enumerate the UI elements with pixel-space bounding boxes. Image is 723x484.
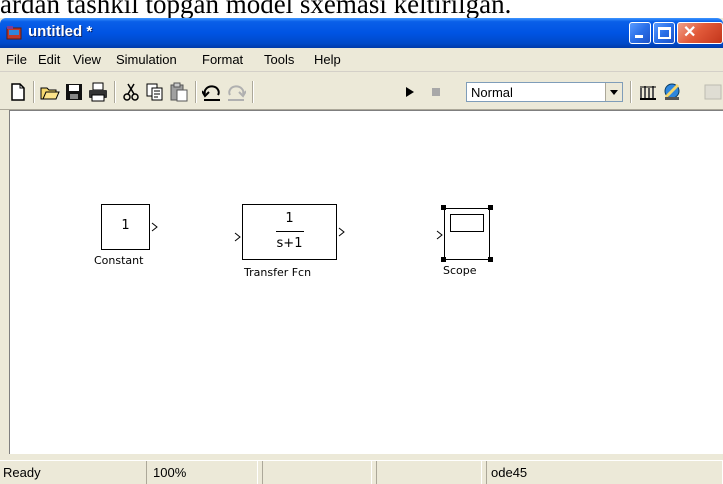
toolbar-separator — [252, 81, 254, 103]
solver-cell: ode45 — [486, 461, 723, 484]
document-text-strip: ardan tashkil topgan model sxemasi kelti… — [0, 0, 723, 20]
solver-name: ode45 — [491, 465, 528, 480]
play-icon[interactable] — [400, 82, 420, 102]
output-port-icon[interactable] — [338, 227, 346, 237]
new-icon[interactable] — [8, 82, 28, 102]
simulink-app-icon — [6, 26, 22, 40]
toolbar-separator — [195, 81, 197, 103]
menu-bar: File Edit View Simulation Format Tools H… — [0, 48, 723, 72]
input-port-icon[interactable] — [436, 230, 444, 240]
scope-block-label: Scope — [443, 264, 477, 277]
chevron-down-icon — [610, 90, 618, 95]
status-text: Ready — [3, 465, 41, 480]
constant-value: 1 — [121, 218, 130, 233]
scope-screen-icon — [450, 214, 484, 232]
minimize-icon — [635, 35, 643, 38]
selection-handle[interactable] — [488, 205, 493, 210]
menu-view[interactable]: View — [73, 52, 101, 67]
transfer-fcn-block[interactable]: 1 s+1 — [242, 204, 337, 260]
zoom-cell: 100% — [146, 461, 258, 484]
input-port-icon[interactable] — [234, 232, 242, 242]
paste-icon[interactable] — [169, 82, 189, 102]
status-bar: Ready 100% ode45 — [0, 460, 723, 484]
close-icon: ✕ — [683, 24, 697, 41]
menu-help[interactable]: Help — [314, 52, 341, 67]
output-port-icon[interactable] — [151, 222, 159, 232]
status-cell-empty — [376, 461, 482, 484]
toolbar: Normal — [0, 72, 723, 110]
maximize-button[interactable] — [653, 22, 675, 44]
fraction-bar — [276, 231, 304, 232]
open-icon[interactable] — [40, 82, 60, 102]
maximize-icon — [658, 27, 671, 39]
selection-handle[interactable] — [488, 257, 493, 262]
debugger-icon[interactable] — [703, 82, 723, 102]
library-browser-icon[interactable] — [638, 82, 658, 102]
selection-handle[interactable] — [441, 205, 446, 210]
cut-icon[interactable] — [121, 82, 141, 102]
minimize-button[interactable] — [629, 22, 651, 44]
close-button[interactable]: ✕ — [677, 22, 723, 44]
transfer-fcn-block-label: Transfer Fcn — [244, 266, 312, 279]
redo-icon[interactable] — [226, 82, 246, 102]
transfer-fcn-denominator: s+1 — [276, 236, 303, 251]
selection-handle[interactable] — [441, 257, 446, 262]
model-canvas[interactable]: 1 Constant 1 s+1 Transfer Fcn Scope — [9, 110, 723, 454]
dropdown-button[interactable] — [605, 83, 622, 101]
simulink-model-window: untitled * ✕ File Edit View Simulation F… — [0, 18, 723, 484]
document-text: ardan tashkil topgan model sxemasi kelti… — [0, 0, 512, 19]
menu-simulation[interactable]: Simulation — [116, 52, 177, 67]
toolbar-separator — [114, 81, 116, 103]
menu-file[interactable]: File — [6, 52, 27, 67]
stop-icon[interactable] — [426, 82, 446, 102]
menu-tools[interactable]: Tools — [264, 52, 294, 67]
constant-block-label: Constant — [94, 254, 144, 267]
scope-block[interactable] — [444, 208, 490, 260]
menu-format[interactable]: Format — [202, 52, 243, 67]
toolbar-separator — [33, 81, 35, 103]
title-bar[interactable]: untitled * ✕ — [0, 18, 723, 48]
constant-block[interactable]: 1 — [101, 204, 150, 250]
status-cell-empty — [262, 461, 372, 484]
zoom-level: 100% — [153, 465, 187, 480]
model-explorer-icon[interactable] — [662, 82, 682, 102]
print-icon[interactable] — [88, 82, 108, 102]
simulation-mode-value: Normal — [471, 85, 513, 100]
simulation-mode-select[interactable]: Normal — [466, 82, 623, 102]
toolbar-separator — [630, 81, 632, 103]
transfer-fcn-numerator: 1 — [285, 211, 294, 226]
menu-edit[interactable]: Edit — [38, 52, 60, 67]
copy-icon[interactable] — [145, 82, 165, 102]
window-title: untitled * — [28, 23, 93, 40]
undo-icon[interactable] — [202, 82, 222, 102]
save-icon[interactable] — [64, 82, 84, 102]
